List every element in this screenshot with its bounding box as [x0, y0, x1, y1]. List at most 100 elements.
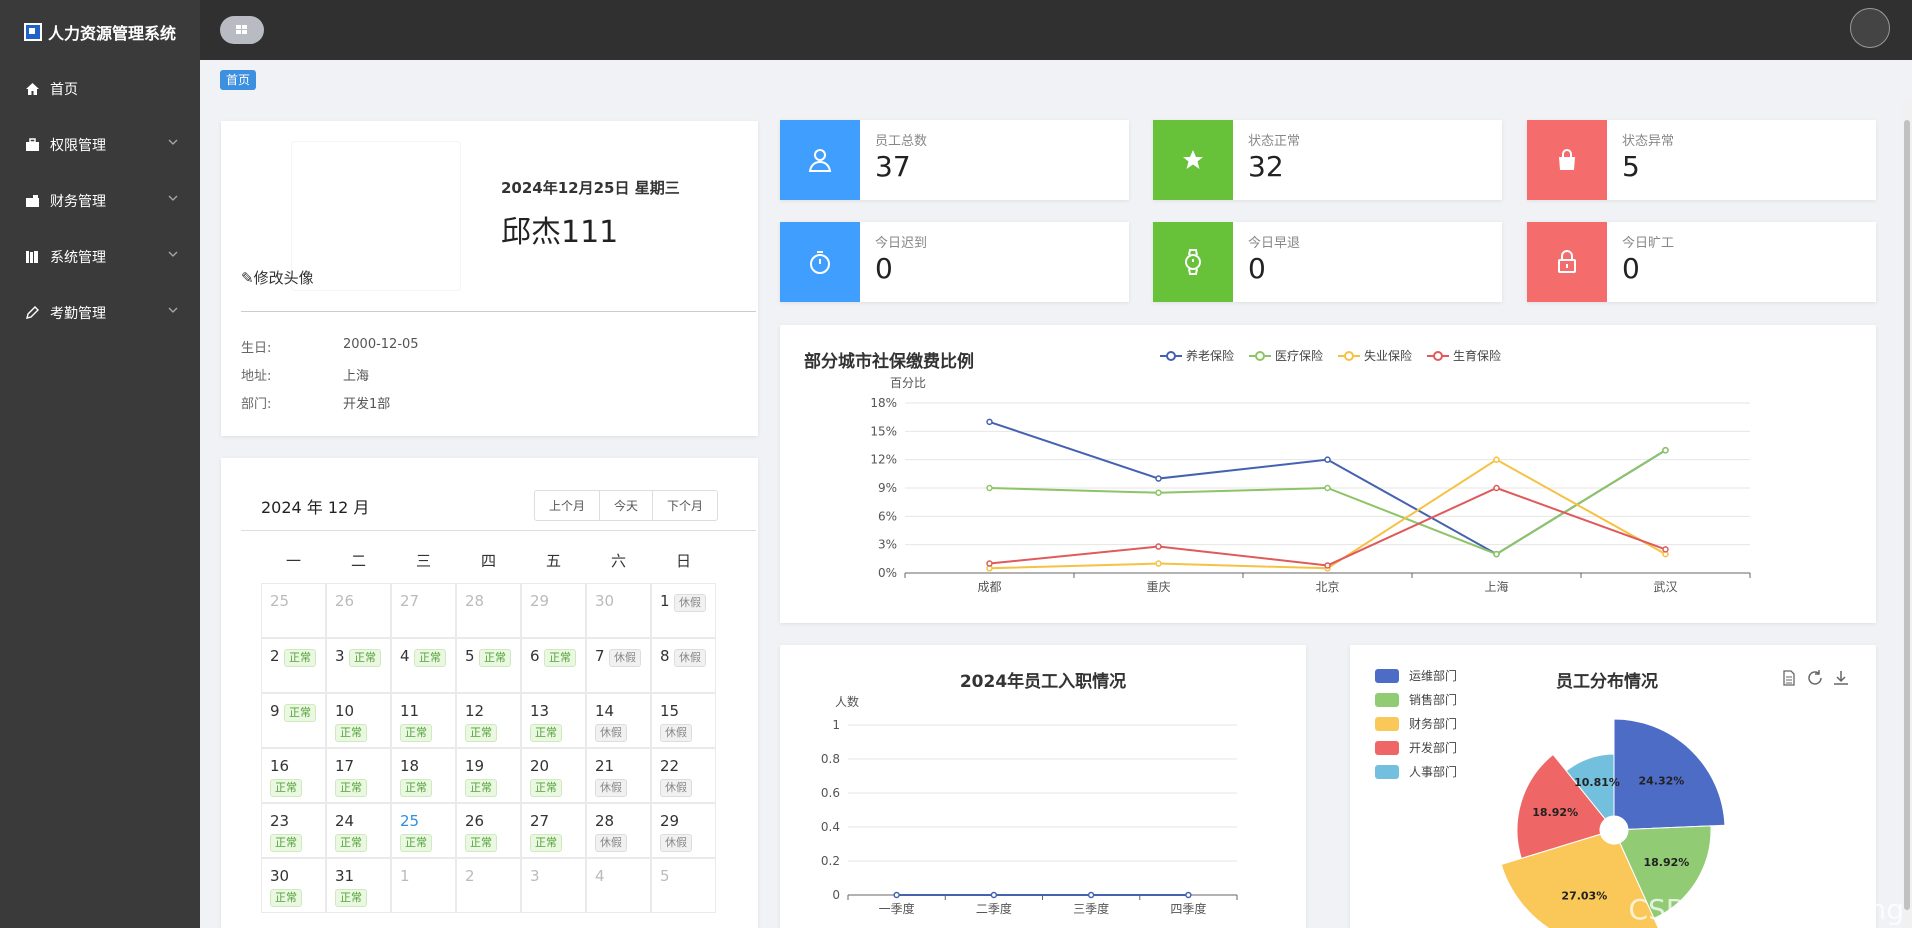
breadcrumb[interactable]: 首页 [220, 70, 257, 90]
legend-item[interactable]: 生育保险 [1427, 347, 1501, 364]
calendar-day-cell[interactable]: 5 正常 [456, 638, 521, 693]
legend-item[interactable]: 医疗保险 [1249, 347, 1323, 364]
calendar-day-cell[interactable]: 2 正常 [261, 638, 326, 693]
x-tick-label: 武汉 [1653, 580, 1677, 594]
data-point[interactable] [1324, 562, 1331, 569]
calendar-day-cell[interactable]: 26 [326, 583, 391, 638]
data-point[interactable] [1155, 489, 1162, 496]
collapse-sidebar-button[interactable] [220, 16, 264, 44]
data-point[interactable] [1493, 550, 1500, 558]
data-point[interactable] [1185, 891, 1192, 899]
data-point[interactable] [1155, 475, 1162, 482]
day-number: 25 [400, 812, 420, 830]
stat-card-late[interactable]: 今日迟到 0 [780, 222, 1129, 302]
user-avatar[interactable] [1850, 8, 1890, 48]
calendar-day-cell[interactable]: 25 正常 [391, 803, 456, 858]
stat-card-abnormal[interactable]: 状态异常 5 [1527, 120, 1876, 200]
calendar-day-cell[interactable]: 9 正常 [261, 693, 326, 748]
calendar-day-cell[interactable]: 14 休假 [586, 693, 651, 748]
data-point[interactable] [986, 560, 993, 567]
calendar-day-cell[interactable]: 1 休假 [651, 583, 716, 638]
calendar-day-cell[interactable]: 26 正常 [456, 803, 521, 858]
calendar-day-cell[interactable]: 24 正常 [326, 803, 391, 858]
stat-card-total[interactable]: 员工总数 37 [780, 120, 1129, 200]
data-point[interactable] [986, 418, 993, 426]
calendar-day-cell[interactable]: 3 正常 [326, 638, 391, 693]
data-point[interactable] [1493, 484, 1500, 492]
legend-item[interactable]: 销售部门 [1375, 691, 1457, 708]
calendar-day-cell[interactable]: 27 正常 [521, 803, 586, 858]
sidebar-item-system[interactable]: 系统管理 [0, 229, 200, 285]
data-point[interactable] [990, 891, 998, 899]
data-point[interactable] [1324, 456, 1331, 463]
data-point[interactable] [1662, 546, 1669, 553]
stat-card-normal[interactable]: 状态正常 32 [1153, 120, 1502, 200]
calendar-day-cell[interactable]: 27 [391, 583, 456, 638]
calendar-day-cell[interactable]: 3 [521, 858, 586, 913]
legend-item[interactable]: 开发部门 [1375, 739, 1457, 756]
calendar-day-cell[interactable]: 22 休假 [651, 748, 716, 803]
calendar-day-cell[interactable]: 29 休假 [651, 803, 716, 858]
calendar-day-cell[interactable]: 29 [521, 583, 586, 638]
calendar-day-cell[interactable]: 18 正常 [391, 748, 456, 803]
calendar-day-cell[interactable]: 8 休假 [651, 638, 716, 693]
legend-item[interactable]: 失业保险 [1338, 347, 1412, 364]
app-logo[interactable]: 人力资源管理系统 [24, 20, 176, 44]
scrollbar-thumb[interactable] [1904, 120, 1910, 910]
data-point[interactable] [1087, 891, 1095, 899]
stat-value: 0 [1248, 252, 1266, 285]
legend-item[interactable]: 财务部门 [1375, 715, 1457, 732]
calendar-day-cell[interactable]: 4 正常 [391, 638, 456, 693]
attendance-badge: 正常 [465, 724, 497, 742]
sidebar-item-home[interactable]: 首页 [0, 61, 200, 117]
calendar-day-cell[interactable]: 23 正常 [261, 803, 326, 858]
stat-card-early-leave[interactable]: 今日早退 0 [1153, 222, 1502, 302]
legend-item[interactable]: 运维部门 [1375, 667, 1457, 684]
next-month-button[interactable]: 下个月 [653, 491, 717, 520]
top-bar [200, 0, 1912, 60]
calendar-day-cell[interactable]: 19 正常 [456, 748, 521, 803]
data-point[interactable] [1155, 560, 1162, 567]
sidebar-item-finance[interactable]: 财务管理 [0, 173, 200, 229]
calendar-day-cell[interactable]: 5 [651, 858, 716, 913]
calendar-day-cell[interactable]: 10 正常 [326, 693, 391, 748]
legend-item[interactable]: 人事部门 [1375, 763, 1457, 780]
data-point[interactable] [1324, 484, 1331, 492]
data-point[interactable] [893, 891, 900, 899]
data-point[interactable] [1662, 446, 1669, 454]
data-point[interactable] [986, 484, 993, 492]
day-number: 21 [595, 757, 615, 775]
stat-card-absent[interactable]: 今日旷工 0 [1527, 222, 1876, 302]
calendar-day-cell[interactable]: 31 正常 [326, 858, 391, 913]
calendar-day-cell[interactable]: 16 正常 [261, 748, 326, 803]
data-point[interactable] [1155, 543, 1162, 550]
calendar-day-cell[interactable]: 30 [586, 583, 651, 638]
calendar-day-cell[interactable]: 11 正常 [391, 693, 456, 748]
data-point[interactable] [1493, 456, 1500, 463]
calendar-day-cell[interactable]: 1 [391, 858, 456, 913]
calendar-day-cell[interactable]: 25 [261, 583, 326, 638]
calendar-day-cell[interactable]: 6 正常 [521, 638, 586, 693]
calendar-day-cell[interactable]: 15 休假 [651, 693, 716, 748]
edit-avatar-link[interactable]: ✎修改头像 [241, 267, 314, 288]
calendar-day-cell[interactable]: 17 正常 [326, 748, 391, 803]
calendar-day-cell[interactable]: 28 [456, 583, 521, 638]
legend-item[interactable]: 养老保险 [1160, 347, 1234, 364]
calendar-day-cell[interactable]: 28 休假 [586, 803, 651, 858]
sidebar-item-permissions[interactable]: 权限管理 [0, 117, 200, 173]
x-tick-label: 成都 [977, 580, 1001, 594]
calendar-day-cell[interactable]: 30 正常 [261, 858, 326, 913]
calendar-day-cell[interactable]: 20 正常 [521, 748, 586, 803]
calendar-day-cell[interactable]: 13 正常 [521, 693, 586, 748]
page-scrollbar[interactable] [1902, 100, 1912, 928]
today-button[interactable]: 今天 [600, 491, 653, 520]
day-number: 11 [400, 702, 420, 720]
calendar-day-cell[interactable]: 2 [456, 858, 521, 913]
sidebar-item-attendance[interactable]: 考勤管理 [0, 285, 200, 341]
day-number: 7 [595, 647, 605, 665]
prev-month-button[interactable]: 上个月 [535, 491, 600, 520]
calendar-day-cell[interactable]: 21 休假 [586, 748, 651, 803]
calendar-day-cell[interactable]: 12 正常 [456, 693, 521, 748]
calendar-day-cell[interactable]: 4 [586, 858, 651, 913]
calendar-day-cell[interactable]: 7 休假 [586, 638, 651, 693]
